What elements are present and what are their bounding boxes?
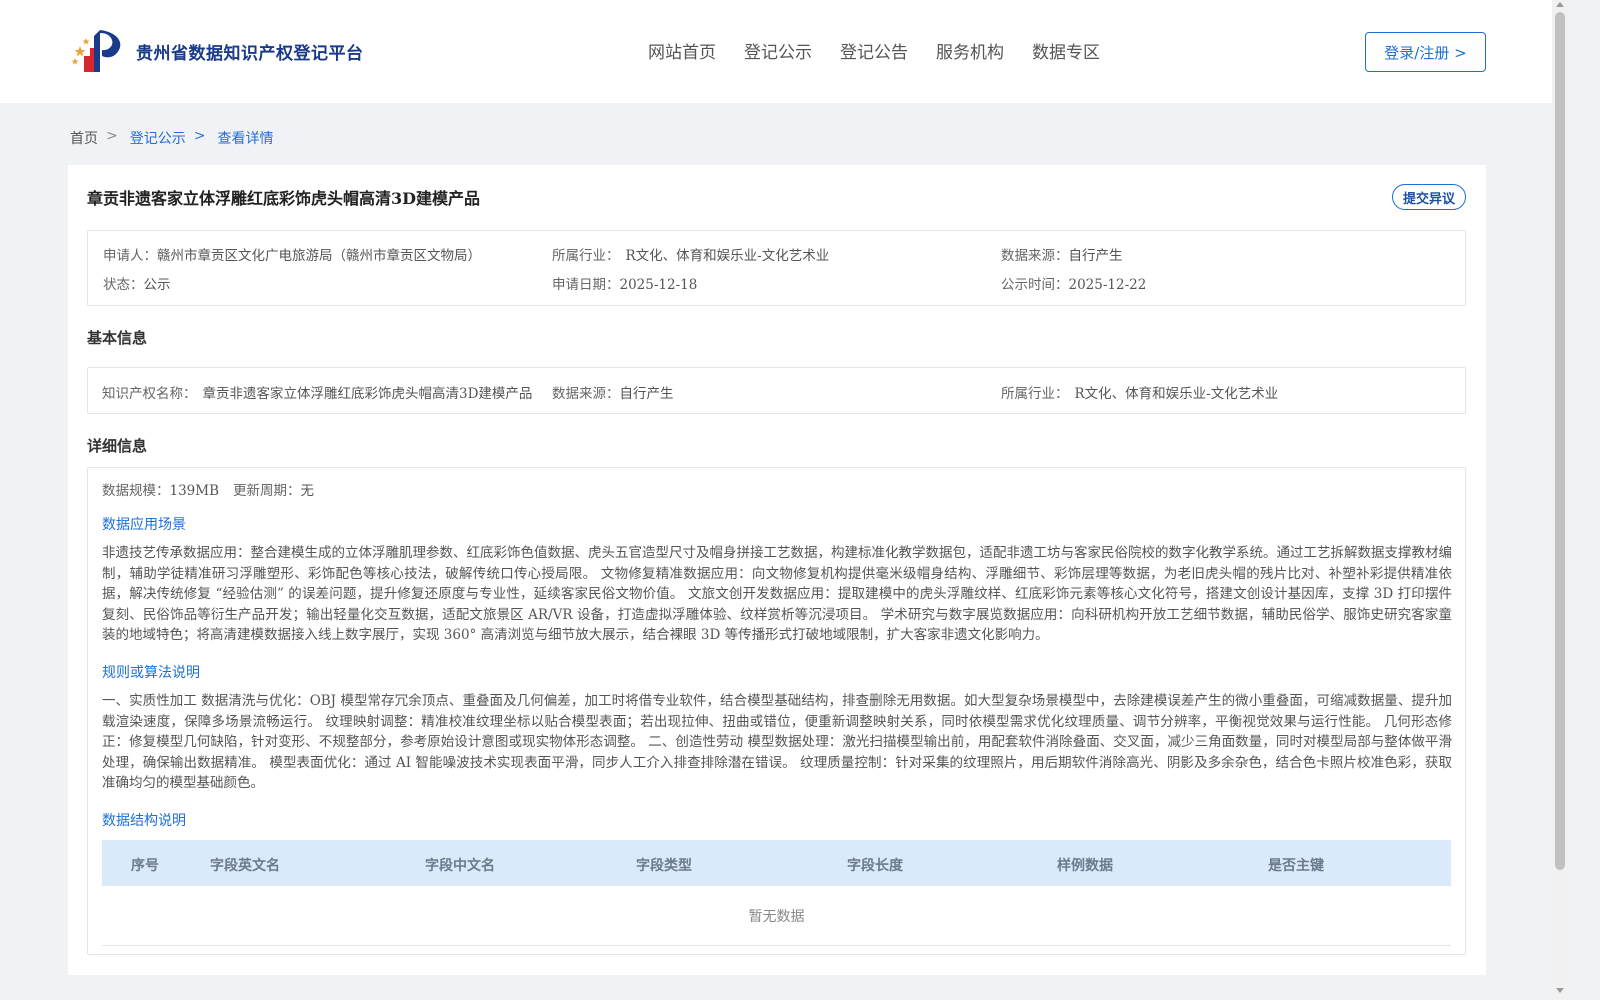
col-field-length: 字段长度 xyxy=(847,858,903,874)
breadcrumb-current: 查看详情 xyxy=(217,131,274,147)
basic-industry-field: 所属行业： R文化、体育和娱乐业-文化艺术业 xyxy=(1001,382,1278,402)
ip-name-value: 章贡非遗客家立体浮雕红底彩饰虎头帽高清3D建模产品 xyxy=(202,386,533,402)
data-scale-label: 数据规模： xyxy=(102,483,170,499)
basic-industry-value: R文化、体育和娱乐业-文化艺术业 xyxy=(1074,386,1279,402)
source-field: 数据来源：自行产生 xyxy=(1001,244,1123,264)
nav-service-agencies[interactable]: 服务机构 xyxy=(936,38,1004,63)
detail-card: 章贡非遗客家立体浮雕红底彩饰虎头帽高清3D建模产品 提交异议 申请人：赣州市章贡… xyxy=(68,165,1486,975)
status-label: 状态： xyxy=(103,277,144,293)
apply-date-label: 申请日期： xyxy=(552,277,620,293)
breadcrumb-registration-publicity[interactable]: 登记公示 xyxy=(130,128,186,148)
applicant-field: 申请人：赣州市章贡区文化广电旅游局（赣州市章贡区文物局） xyxy=(103,244,481,264)
data-structure-table: 序号 字段英文名 字段中文名 字段类型 字段长度 样例数据 是否主键 暂无数据 xyxy=(102,840,1451,946)
application-scenario-heading: 数据应用场景 xyxy=(102,517,186,533)
login-register-button[interactable]: 登录/注册 > xyxy=(1365,32,1486,72)
rule-algorithm-heading: 规则或算法说明 xyxy=(102,665,200,681)
site-name: 贵州省数据知识产权登记平台 xyxy=(136,43,364,64)
data-scale-field: 数据规模：139MB xyxy=(102,479,219,499)
applicant-label: 申请人： xyxy=(103,248,157,264)
submit-objection-button[interactable]: 提交异议 xyxy=(1392,184,1466,210)
basic-source-value: 自行产生 xyxy=(619,386,674,402)
site-header: 贵州省数据知识产权登记平台 网站首页 登记公示 登记公告 服务机构 数据专区 登… xyxy=(0,0,1568,103)
scroll-down-arrow-icon[interactable] xyxy=(1556,988,1564,993)
basic-info-heading: 基本信息 xyxy=(87,329,148,347)
update-cycle-label: 更新周期： xyxy=(233,483,301,499)
logo-emblem-icon xyxy=(71,30,121,72)
basic-info-panel: 知识产权名称： 章贡非遗客家立体浮雕红底彩饰虎头帽高清3D建模产品 数据来源：自行… xyxy=(87,367,1466,414)
status-field: 状态：公示 xyxy=(103,273,171,293)
publicity-date-value: 2025-12-22 xyxy=(1068,277,1147,293)
status-value: 公示 xyxy=(143,277,171,293)
breadcrumb: 首页 > 登记公示 > 查看详情 xyxy=(70,128,281,148)
col-primary-key: 是否主键 xyxy=(1268,858,1324,874)
site-logo[interactable]: 贵州省数据知识产权登记平台 xyxy=(70,26,364,76)
col-field-type: 字段类型 xyxy=(636,858,692,874)
breadcrumb-home[interactable]: 首页 xyxy=(70,128,98,148)
source-value: 自行产生 xyxy=(1068,248,1123,264)
col-index: 序号 xyxy=(131,858,159,874)
scrollbar-thumb[interactable] xyxy=(1555,12,1565,870)
basic-source-label: 数据来源： xyxy=(552,386,620,402)
applicant-value: 赣州市章贡区文化广电旅游局（赣州市章贡区文物局） xyxy=(157,248,481,264)
data-structure-heading: 数据结构说明 xyxy=(102,813,186,829)
table-header-row: 序号 字段英文名 字段中文名 字段类型 字段长度 样例数据 是否主键 xyxy=(102,840,1451,886)
basic-industry-label: 所属行业： xyxy=(1001,386,1069,402)
breadcrumb-separator: > xyxy=(106,128,118,144)
record-title: 章贡非遗客家立体浮雕红底彩饰虎头帽高清3D建模产品 xyxy=(87,189,481,208)
application-scenario-text: 非遗技艺传承数据应用：整合建模生成的立体浮雕肌理参数、红底彩饰色值数据、虎头五官… xyxy=(102,545,1452,644)
empty-state-text: 暂无数据 xyxy=(748,909,805,925)
col-chinese-name: 字段中文名 xyxy=(425,858,495,874)
industry-field: 所属行业： R文化、体育和娱乐业-文化艺术业 xyxy=(552,244,829,264)
industry-label: 所属行业： xyxy=(552,248,620,264)
nav-data-zone[interactable]: 数据专区 xyxy=(1032,38,1100,63)
basic-source-field: 数据来源：自行产生 xyxy=(552,382,674,402)
table-body: 暂无数据 xyxy=(102,886,1451,946)
apply-date-field: 申请日期：2025-12-18 xyxy=(552,273,697,293)
scroll-up-arrow-icon[interactable] xyxy=(1556,2,1564,7)
update-cycle-field: 更新周期：无 xyxy=(233,479,314,499)
ip-name-field: 知识产权名称： 章贡非遗客家立体浮雕红底彩饰虎头帽高清3D建模产品 xyxy=(102,382,532,402)
summary-panel: 申请人：赣州市章贡区文化广电旅游局（赣州市章贡区文物局） 所属行业： R文化、体育… xyxy=(87,230,1466,306)
nav-registration-announcement[interactable]: 登记公告 xyxy=(840,38,908,63)
ip-name-label: 知识产权名称： xyxy=(102,386,197,402)
nav-registration-publicity[interactable]: 登记公示 xyxy=(744,38,812,63)
update-cycle-value: 无 xyxy=(300,483,315,499)
page-scrollbar[interactable] xyxy=(1552,0,1568,1000)
rule-algorithm-text: 一、实质性加工 数据清洗与优化：OBJ 模型常存冗余顶点、重叠面及几何偏差，加工… xyxy=(102,693,1452,792)
nav-home[interactable]: 网站首页 xyxy=(648,38,716,63)
publicity-date-field: 公示时间：2025-12-22 xyxy=(1001,273,1146,293)
data-scale-value: 139MB xyxy=(169,483,220,499)
detail-info-heading: 详细信息 xyxy=(87,437,148,455)
col-sample-data: 样例数据 xyxy=(1057,858,1113,874)
main-nav: 网站首页 登记公示 登记公告 服务机构 数据专区 xyxy=(648,38,1128,63)
publicity-date-label: 公示时间： xyxy=(1001,277,1069,293)
source-label: 数据来源： xyxy=(1001,248,1069,264)
col-english-name: 字段英文名 xyxy=(210,858,280,874)
breadcrumb-separator: > xyxy=(193,128,206,144)
detail-info-panel: 数据规模：139MB 更新周期：无 数据应用场景 非遗技艺传承数据应用：整合建模… xyxy=(87,467,1466,955)
apply-date-value: 2025-12-18 xyxy=(619,277,698,293)
industry-value: R文化、体育和娱乐业-文化艺术业 xyxy=(625,248,830,264)
